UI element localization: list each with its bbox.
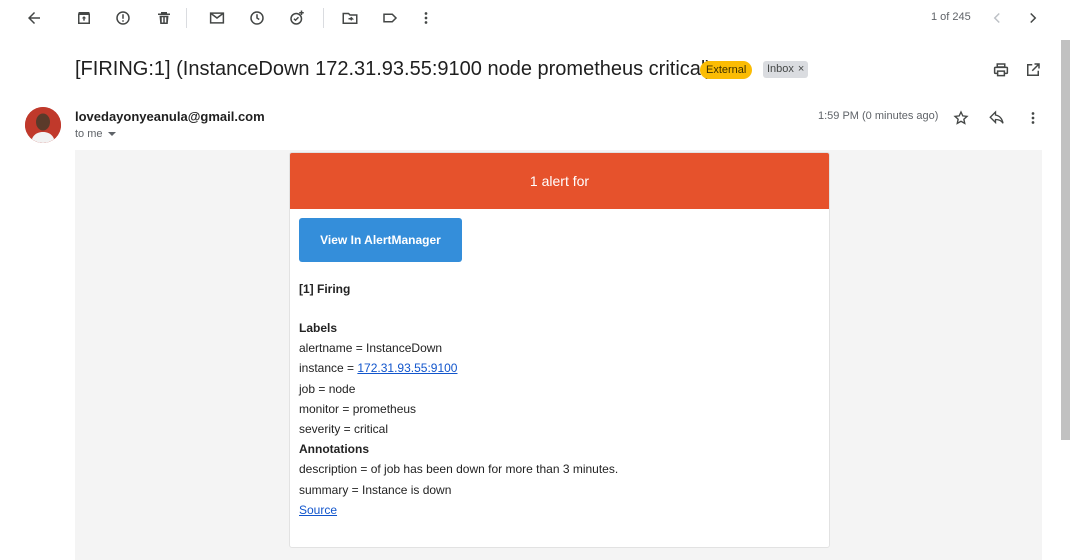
- print-icon[interactable]: [989, 58, 1013, 82]
- open-new-window-icon[interactable]: [1021, 58, 1045, 82]
- move-to-icon[interactable]: [338, 6, 362, 30]
- sender-email[interactable]: lovedayonyeanula@gmail.com: [75, 109, 265, 124]
- annotations-heading: Annotations: [299, 442, 369, 457]
- label-instance: instance = 172.31.93.55:9100: [299, 358, 820, 378]
- message-time: 1:59 PM (0 minutes ago): [818, 110, 939, 122]
- annotation-summary: summary = Instance is down: [299, 482, 452, 497]
- recipients-text: to me: [75, 128, 103, 140]
- newer-chevron-icon[interactable]: [985, 6, 1009, 30]
- label-severity: severity = critical: [299, 422, 389, 437]
- star-icon[interactable]: [949, 106, 973, 130]
- annotation-description: description = of job has been down for m…: [299, 462, 619, 477]
- label-alertname: alertname = InstanceDown: [299, 341, 443, 356]
- recipients-toggle[interactable]: to me: [75, 128, 116, 140]
- sender-avatar: [25, 107, 61, 143]
- alert-body: View In AlertManager [1] Firing Labels a…: [290, 209, 829, 529]
- older-chevron-icon[interactable]: [1021, 6, 1045, 30]
- add-task-icon[interactable]: [285, 6, 309, 30]
- scrollbar-thumb[interactable]: [1061, 40, 1070, 440]
- remove-label-icon[interactable]: ×: [798, 63, 804, 75]
- view-in-alertmanager-button[interactable]: View In AlertManager: [299, 218, 462, 262]
- external-badge: External: [700, 61, 753, 79]
- message-more-icon[interactable]: [1021, 106, 1045, 130]
- toolbar: 1 of 245: [0, 0, 1060, 36]
- pager-text: 1 of 245: [931, 11, 971, 23]
- instance-link[interactable]: 172.31.93.55:9100: [357, 361, 457, 375]
- inbox-label-chip: Inbox ×: [763, 61, 809, 78]
- label-job: job = node: [299, 381, 356, 396]
- more-vert-icon[interactable]: [414, 6, 438, 30]
- mark-unread-icon[interactable]: [205, 6, 229, 30]
- report-spam-icon[interactable]: [111, 6, 135, 30]
- label-monitor: monitor = prometheus: [299, 401, 417, 416]
- inbox-label-text: Inbox: [767, 63, 794, 75]
- label-icon[interactable]: [378, 6, 402, 30]
- alert-header-text: 1 alert for: [529, 173, 590, 189]
- caret-down-icon: [107, 132, 116, 137]
- labels-heading: Labels: [299, 321, 338, 335]
- alert-card: 1 alert for View In AlertManager [1] Fir…: [289, 152, 830, 548]
- email-subject: [FIRING:1] (InstanceDown 172.31.93.55:91…: [75, 58, 713, 80]
- delete-icon[interactable]: [152, 6, 176, 30]
- label-instance-prefix: instance =: [299, 361, 358, 376]
- archive-icon[interactable]: [72, 6, 96, 30]
- back-arrow-icon[interactable]: [22, 6, 46, 30]
- alert-header: 1 alert for: [290, 153, 829, 209]
- source-link[interactable]: Source: [299, 503, 337, 517]
- firing-heading: [1] Firing: [299, 282, 351, 296]
- snooze-clock-icon[interactable]: [245, 6, 269, 30]
- reply-icon[interactable]: [985, 106, 1009, 130]
